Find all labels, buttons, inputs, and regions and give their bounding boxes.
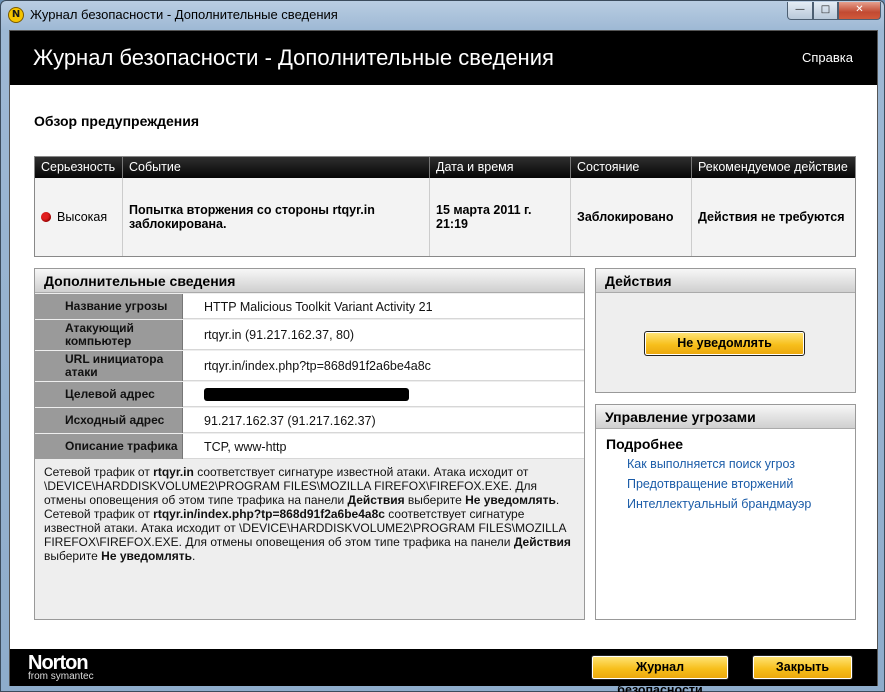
detail-row-source-address: Исходный адрес 91.217.162.37 (91.217.162… — [35, 408, 584, 433]
norton-logo: Norton from symantec — [28, 652, 94, 682]
norton-logo-subtext: from symantec — [28, 671, 94, 682]
detail-label: Целевой адрес — [35, 382, 183, 407]
threat-management-title: Управление угрозами — [596, 405, 855, 429]
actions-panel-title: Действия — [596, 269, 855, 293]
description-text: Сетевой трафик от rtqyr.in соответствует… — [44, 465, 574, 563]
table-header-row: Серьезность Событие Дата и время Состоян… — [35, 157, 855, 178]
details-panel-title: Дополнительные сведения — [35, 269, 584, 293]
detail-row-threat-name: Название угрозы HTTP Malicious Toolkit V… — [35, 294, 584, 319]
description-text-segment: . — [555, 493, 560, 507]
detail-row-attack-url: URL инициатора атаки rtqyr.in/index.php?… — [35, 351, 584, 381]
maximize-icon: □ — [820, 4, 831, 15]
description-text-segment: . — [191, 549, 196, 563]
application-window: N Журнал безопасности - Дополнительные с… — [0, 0, 885, 692]
description-text-segment: Сетевой трафик от — [44, 465, 154, 479]
column-header-status: Состояние — [571, 157, 692, 178]
footer-bar: Norton from symantec Журнал безопасности… — [10, 649, 877, 692]
help-link[interactable]: Справка — [802, 50, 853, 65]
status-cell: Заблокировано — [571, 178, 692, 256]
description-actions-ref: Действия — [513, 535, 571, 549]
description-url: rtqyr.in/index.php?tp=868d91f2a6be4a8c — [153, 507, 385, 521]
window-title: Журнал безопасности - Дополнительные све… — [30, 7, 338, 22]
detail-value: rtqyr.in (91.217.162.37, 80) — [204, 328, 355, 342]
action-cell: Действия не требуются — [698, 210, 845, 224]
detail-row-target-address: Целевой адрес — [35, 382, 584, 407]
security-log-button[interactable]: Журнал безопасности — [591, 655, 729, 692]
page-title: Журнал безопасности - Дополнительные све… — [33, 45, 554, 70]
more-info-heading: Подробнее — [606, 436, 684, 452]
detail-row-attacking-computer: Атакующий компьютер rtqyr.in (91.217.162… — [35, 320, 584, 350]
norton-app-icon: N — [8, 7, 24, 23]
minimize-button[interactable]: — — [787, 2, 813, 20]
description-option-ref: Не уведомлять — [465, 493, 556, 507]
detail-label: Атакующий компьютер — [35, 320, 183, 350]
column-header-datetime: Дата и время — [430, 157, 571, 178]
detail-label: Исходный адрес — [35, 408, 183, 433]
column-header-event: Событие — [123, 157, 430, 178]
link-smart-firewall[interactable]: Интеллектуальный брандмауэр — [627, 497, 811, 511]
details-panel: Дополнительные сведения Название угрозы … — [34, 268, 585, 620]
severity-cell: Высокая — [35, 178, 123, 256]
severity-label: Высокая — [57, 210, 108, 224]
detail-row-traffic-description: Описание трафика TCP, www-http — [35, 434, 584, 459]
title-bar[interactable]: N Журнал безопасности - Дополнительные с… — [1, 1, 884, 29]
client-area: Журнал безопасности - Дополнительные све… — [9, 30, 878, 692]
detail-value: rtqyr.in/index.php?tp=868d91f2a6be4a8c — [204, 359, 431, 373]
description-text-segment: выберите — [404, 493, 466, 507]
description-actions-ref: Действия — [347, 493, 405, 507]
actions-panel: Действия Не уведомлять — [595, 268, 856, 393]
detail-label: Описание трафика — [35, 434, 183, 459]
event-cell: Попытка вторжения со стороны rtqyr.in за… — [123, 178, 430, 256]
detail-value: HTTP Malicious Toolkit Variant Activity … — [204, 299, 433, 314]
maximize-button[interactable]: □ — [813, 2, 838, 20]
detail-value — [184, 382, 409, 407]
link-how-threat-scan-works[interactable]: Как выполняется поиск угроз — [627, 457, 795, 471]
do-not-notify-button[interactable]: Не уведомлять — [644, 331, 805, 356]
redaction-bar — [204, 388, 409, 401]
description-text-segment: Сетевой трафик от — [44, 507, 154, 521]
minimize-icon: — — [795, 4, 805, 15]
description-option-ref: Не уведомлять — [101, 549, 192, 563]
column-header-severity: Серьезность — [35, 157, 123, 178]
overview-heading: Обзор предупреждения — [34, 113, 200, 129]
description-text-segment: выберите — [44, 549, 102, 563]
table-row: Высокая Попытка вторжения со стороны rtq… — [35, 178, 855, 256]
detail-label: URL инициатора атаки — [35, 351, 183, 381]
close-window-button[interactable]: ✕ — [838, 2, 881, 20]
description-host: rtqyr.in — [153, 465, 194, 479]
detail-label: Название угрозы — [35, 294, 183, 319]
close-button[interactable]: Закрыть — [752, 655, 853, 680]
detail-value: TCP, www-http — [204, 439, 287, 454]
detail-value: 91.217.162.37 (91.217.162.37) — [204, 413, 376, 428]
link-intrusion-prevention[interactable]: Предотвращение вторжений — [627, 477, 793, 491]
page-header: Журнал безопасности - Дополнительные све… — [10, 31, 877, 85]
severity-high-icon — [41, 212, 51, 222]
threat-management-panel: Управление угрозами Подробнее Как выполн… — [595, 404, 856, 620]
close-icon: ✕ — [855, 4, 864, 15]
column-header-recommended-action: Рекомендуемое действие — [698, 160, 848, 174]
datetime-cell: 15 марта 2011 г. 21:19 — [430, 178, 571, 256]
alert-summary-table: Серьезность Событие Дата и время Состоян… — [34, 156, 856, 257]
